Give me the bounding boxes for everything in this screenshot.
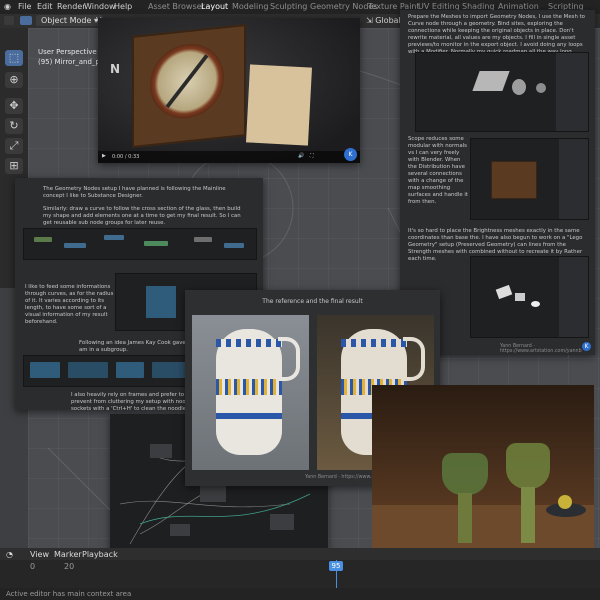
render-band-top: [341, 339, 407, 347]
artstation-badge-icon[interactable]: K: [344, 148, 357, 161]
frame-b: [68, 362, 108, 378]
compass-box-image: [132, 24, 246, 148]
right-glass-stem: [521, 487, 535, 543]
status-bar: Active editor has main context area: [0, 588, 600, 600]
timeline-editor-icon[interactable]: ◔: [6, 550, 13, 559]
mesh-preview-5: [515, 293, 525, 301]
render-jug-handle: [403, 337, 425, 381]
left-glass-stem: [458, 493, 472, 543]
tab-sculpting[interactable]: Sculpting: [270, 2, 307, 11]
left-para-2: I like to feed some informations through…: [25, 284, 114, 325]
transform-tool-icon[interactable]: ⊞: [5, 158, 23, 174]
right-screenshot-2: [470, 138, 589, 220]
global-label: Global: [375, 16, 401, 25]
frame-label-a: 20: [64, 562, 75, 571]
mesh-preview-3: [536, 83, 546, 93]
mesh-preview-6: [531, 301, 540, 307]
left-intro: The Geometry Nodes setup I have planned …: [43, 186, 226, 199]
rotate-tool-icon[interactable]: ↻: [5, 118, 23, 134]
right-screenshot-1: [415, 52, 589, 132]
play-icon[interactable]: ▶: [102, 153, 106, 159]
timeline-marker-menu[interactable]: Marker: [54, 550, 82, 559]
outliner-pane: [556, 53, 588, 131]
status-text: Active editor has main context area: [6, 590, 132, 598]
node-d: [144, 241, 168, 246]
blender-logo-icon[interactable]: ◉: [4, 2, 11, 11]
curve-preview: [146, 286, 176, 318]
menu-render[interactable]: Render: [57, 2, 85, 11]
select-mode-icon[interactable]: [20, 16, 32, 25]
editor-type-icon[interactable]: [4, 16, 14, 25]
frame-a: [30, 362, 60, 378]
menu-help[interactable]: Help: [114, 2, 132, 11]
reference-jug-handle: [278, 337, 300, 381]
reference-title: The reference and the final result: [262, 298, 363, 305]
move-tool-icon[interactable]: ✥: [5, 98, 23, 114]
right-para-1: Prepare the Meshes to import Geometry No…: [408, 14, 585, 55]
object-mode-label: Object Mode: [41, 16, 92, 25]
compass-n-letter: N: [110, 62, 121, 76]
compass-dial: [150, 40, 224, 123]
timeline-header: ◔ View Marker Playback: [0, 548, 600, 560]
outliner-pane-2: [559, 139, 588, 219]
timeline-view-menu[interactable]: View: [30, 550, 49, 559]
menu-file[interactable]: File: [18, 2, 31, 11]
cursor-tool-icon[interactable]: ⊕: [5, 72, 23, 88]
mesh-preview-1: [472, 71, 510, 91]
right-glass-bowl: [506, 443, 550, 489]
fullscreen-icon[interactable]: ⛶: [310, 153, 314, 159]
jug-band-top: [216, 339, 282, 347]
wine-glasses-render: [372, 385, 594, 573]
jug-band-mid: [216, 379, 282, 395]
node-setup-screenshot-1: [23, 228, 257, 260]
box-preview: [491, 161, 537, 199]
compass-needle: [165, 54, 209, 109]
reference-jug: [216, 329, 282, 455]
frame-c: [116, 362, 144, 378]
node-b: [64, 243, 86, 248]
video-controls: ▶ 0:00 / 0:33 🔊 ⛶: [98, 151, 360, 163]
tab-asset-browser[interactable]: Asset Browser: [148, 2, 205, 11]
node-c: [104, 235, 124, 240]
left-glass-bowl: [442, 453, 488, 495]
left-intro-2: Similarly: draw a curve to follow the cr…: [43, 206, 241, 226]
right-para-2: Scope reduces some modular with normals …: [408, 136, 468, 205]
timeline-playback-menu[interactable]: Playback: [82, 550, 118, 559]
menu-edit[interactable]: Edit: [37, 2, 53, 11]
scale-tool-icon[interactable]: ⤢: [5, 138, 23, 154]
right-artstation-icon[interactable]: K: [582, 342, 591, 351]
select-box-tool-icon[interactable]: ⬚: [5, 50, 23, 66]
reference-photo: [192, 315, 309, 470]
orientation-icon: ⇲: [366, 16, 373, 25]
volume-icon[interactable]: 🔊: [298, 153, 304, 159]
lemon: [558, 495, 572, 509]
timeline-editor: ◔ View Marker Playback 0 20 95: [0, 548, 600, 588]
node-a: [34, 237, 52, 242]
menu-window[interactable]: Window: [84, 2, 116, 11]
mesh-preview-2: [512, 79, 526, 95]
timeline-track[interactable]: 0 20 95: [0, 560, 600, 588]
right-credit: Yann Bernard · https://www.artstation.co…: [500, 344, 582, 354]
video-time: 0:00 / 0:33: [112, 154, 140, 160]
outliner-pane-3: [559, 257, 588, 337]
parchment-image: [246, 64, 312, 146]
viewport-perspective-label: User Perspective: [38, 48, 97, 56]
object-mode-dropdown[interactable]: Object Mode ▾: [36, 15, 103, 26]
playhead-frame[interactable]: 95: [329, 561, 343, 571]
mesh-preview-4: [495, 284, 513, 300]
frame-label-start: 0: [30, 562, 36, 571]
node-e: [194, 237, 212, 242]
tab-modeling[interactable]: Modeling: [232, 2, 268, 11]
video-panel[interactable]: N ▶ 0:00 / 0:33 🔊 ⛶ K: [98, 18, 360, 163]
right-screenshot-3: [470, 256, 589, 338]
node-f: [224, 243, 244, 248]
transform-orientation-dropdown[interactable]: ⇲ Global: [366, 16, 401, 25]
jug-band-low: [216, 413, 282, 419]
tab-layout[interactable]: Layout: [201, 2, 228, 11]
